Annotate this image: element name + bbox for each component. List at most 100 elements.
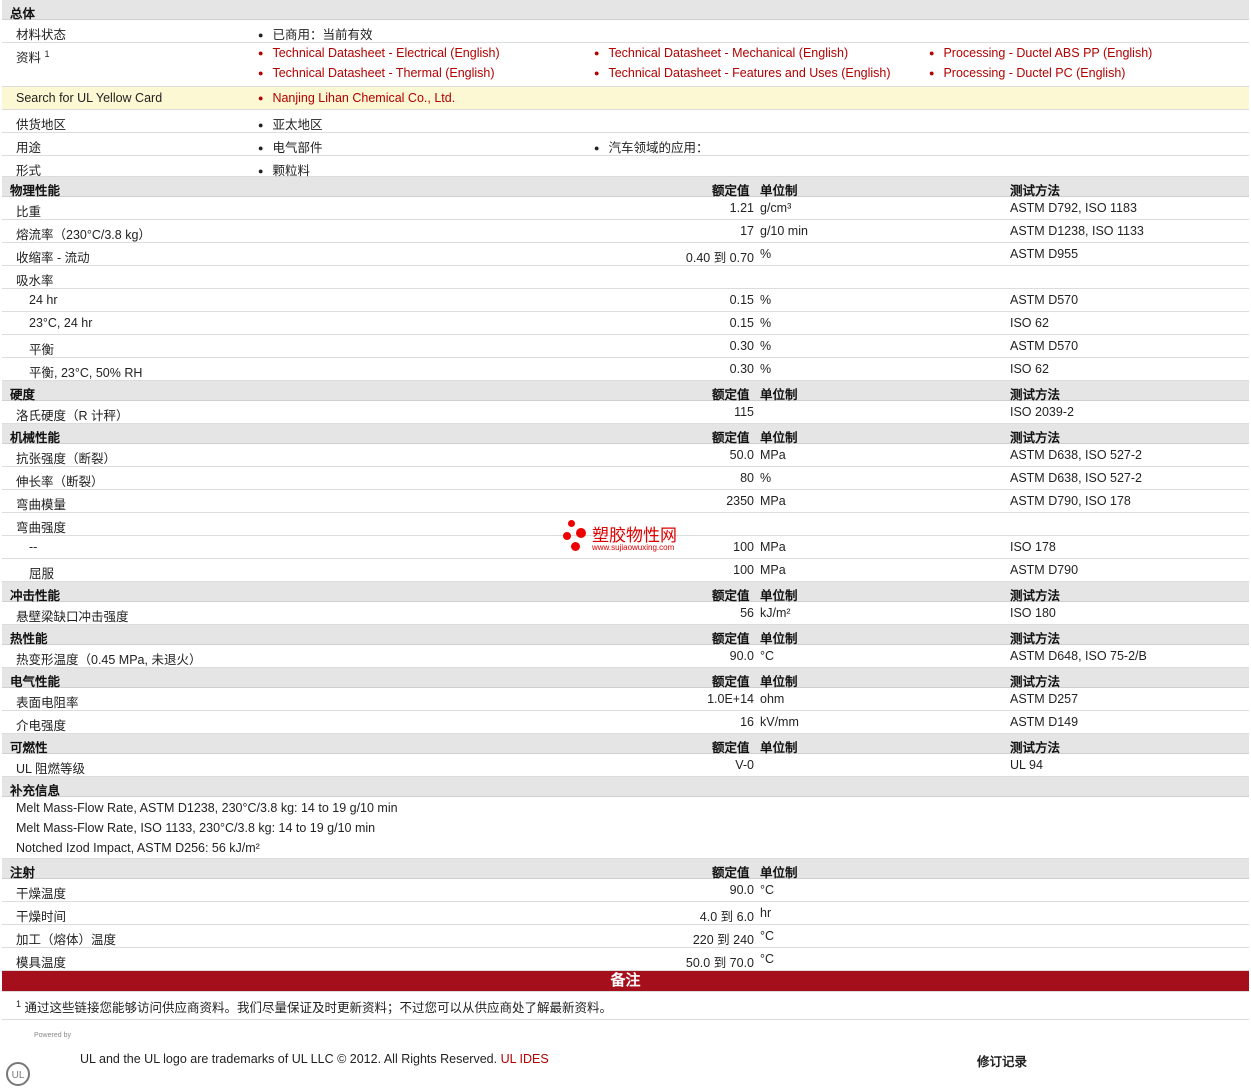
- property-row: 比重 1.21 g/cm³ ASTM D792, ISO 1183: [2, 197, 1249, 220]
- property-value: 4.0 到 6.0: [699, 910, 754, 924]
- property-unit: MPa: [760, 563, 786, 577]
- property-row: 23°C, 24 hr 0.15% ISO 62: [2, 312, 1249, 335]
- section-header: 硬度 额定值 单位制 测试方法: [2, 381, 1249, 402]
- property-method: ISO 180: [1010, 606, 1056, 620]
- injection-row: 干燥温度 90.0 °C: [2, 879, 1249, 902]
- property-value: 80: [740, 471, 754, 485]
- property-label: 24 hr: [29, 293, 58, 307]
- doc-link-mechanical[interactable]: Technical Datasheet - Mechanical (Englis…: [594, 46, 848, 60]
- property-row: 热变形温度（0.45 MPa, 未退火） 90.0 °C ASTM D648, ISO…: [2, 645, 1249, 668]
- property-unit: ohm: [760, 692, 785, 706]
- property-label: 伸长率（断裂）: [16, 475, 104, 489]
- row-documents: 资料 1 Technical Datasheet - Electrical (E…: [2, 43, 1249, 87]
- property-unit: °C: [760, 929, 775, 943]
- property-label: 热变形温度（0.45 MPa, 未退火）: [16, 653, 202, 667]
- property-method: ASTM D792, ISO 1183: [1010, 201, 1137, 215]
- property-unit: %: [760, 339, 772, 353]
- property-method: ASTM D570: [1010, 339, 1079, 353]
- property-label: 弯曲强度: [16, 521, 67, 535]
- property-unit: %: [760, 247, 772, 261]
- property-value: 50.0 到 70.0: [685, 956, 754, 970]
- property-value: 50.0: [729, 448, 754, 462]
- property-value: 0.40 到 0.70: [685, 251, 754, 265]
- watermark-dot-icon: [571, 542, 580, 551]
- revision-history-link[interactable]: 修订记录: [977, 1051, 1027, 1070]
- injection-row: 加工（熔体）温度 220 到 240 °C: [2, 925, 1249, 948]
- property-row: 平衡 0.30% ASTM D570: [2, 335, 1249, 358]
- powered-by: Powered by: [34, 1032, 71, 1039]
- watermark-dot-icon: [568, 520, 575, 527]
- property-unit: %: [760, 471, 772, 485]
- row-material-status: 材料状态 已商用：当前有效: [2, 20, 1249, 43]
- property-value: 90.0: [729, 883, 754, 897]
- doc-link-electrical[interactable]: Technical Datasheet - Electrical (Englis…: [258, 46, 499, 60]
- property-label: --: [29, 540, 38, 554]
- property-unit: hr: [760, 906, 772, 920]
- row-use: 用途 电气部件 汽车领域的应用：: [2, 133, 1249, 156]
- property-method: ASTM D638, ISO 527-2: [1010, 471, 1143, 485]
- property-unit: g/10 min: [760, 224, 808, 238]
- property-label: 干燥温度: [16, 887, 67, 901]
- section-header: 机械性能 额定值 单位制 测试方法: [2, 424, 1249, 445]
- property-label: 比重: [16, 205, 42, 219]
- doc-link-processing-abs[interactable]: Processing - Ductel ABS PP (English): [929, 46, 1152, 60]
- row-label: 材料状态: [16, 28, 67, 42]
- property-value: 100: [733, 540, 754, 554]
- property-unit: %: [760, 316, 772, 330]
- watermark: 塑胶物性网 www.sujiaowuxing.com: [562, 518, 702, 558]
- property-value: 17: [740, 224, 754, 238]
- property-label: 平衡, 23°C, 50% RH: [29, 366, 143, 380]
- property-row: 平衡, 23°C, 50% RH 0.30% ISO 62: [2, 358, 1249, 381]
- property-label: UL 阻燃等级: [16, 762, 85, 776]
- property-row: 洛氏硬度（R 计秤） 115 ISO 2039-2: [2, 401, 1249, 424]
- property-method: ASTM D790: [1010, 563, 1079, 577]
- property-unit: g/cm³: [760, 201, 792, 215]
- property-label: 屈服: [29, 567, 55, 581]
- property-method: ISO 62: [1010, 362, 1049, 376]
- property-label: 加工（熔体）温度: [16, 933, 117, 947]
- property-value: 220 到 240: [692, 933, 754, 947]
- property-method: ASTM D955: [1010, 247, 1079, 261]
- property-method: ISO 178: [1010, 540, 1056, 554]
- property-unit: °C: [760, 649, 775, 663]
- row-label: 资料 1: [16, 48, 50, 65]
- property-row: 吸水率: [2, 266, 1249, 289]
- property-row: 抗张强度（断裂） 50.0 MPa ASTM D638, ISO 527-2: [2, 444, 1249, 467]
- property-value: 0.15: [729, 293, 754, 307]
- property-value: 0.30: [729, 362, 754, 376]
- row-label: Search for UL Yellow Card: [16, 91, 163, 105]
- row-form: 形式 颗粒料: [2, 156, 1249, 178]
- doc-link-thermal[interactable]: Technical Datasheet - Thermal (English): [258, 66, 494, 80]
- ul-ides-link[interactable]: UL IDES: [501, 1052, 549, 1066]
- status-value: 已商用：当前有效: [258, 24, 372, 43]
- property-method: ASTM D570: [1010, 293, 1079, 307]
- property-value: 1.21: [729, 201, 754, 215]
- doc-link-processing-pc[interactable]: Processing - Ductel PC (English): [929, 66, 1125, 80]
- property-unit: MPa: [760, 448, 786, 462]
- property-label: 抗张强度（断裂）: [16, 452, 117, 466]
- footer: Powered by UL and the UL logo are tradem…: [2, 1020, 1249, 1069]
- yellow-card-link[interactable]: Nanjing Lihan Chemical Co., Ltd.: [258, 91, 455, 105]
- use-value: 汽车领域的应用：: [594, 137, 708, 156]
- property-unit: kV/mm: [760, 715, 799, 729]
- section-header: 可燃性 额定值 单位制 测试方法: [2, 734, 1249, 755]
- row-label: 用途: [16, 141, 42, 155]
- property-value: 115: [734, 405, 754, 419]
- supplement-line: Melt Mass-Flow Rate, ISO 1133, 230°C/3.8…: [16, 821, 376, 835]
- property-unit: °C: [760, 883, 775, 897]
- supplement-line: Notched Izod Impact, ASTM D256: 56 kJ/m²: [16, 841, 260, 855]
- use-value: 电气部件: [258, 137, 322, 156]
- property-label: 吸水率: [16, 274, 54, 288]
- property-sections: 物理性能 额定值 单位制 测试方法 比重 1.21 g/cm³ ASTM D792, ISO …: [2, 177, 1249, 777]
- property-value: V-0: [735, 758, 754, 772]
- property-label: 表面电阻率: [16, 696, 79, 710]
- property-unit: %: [760, 362, 772, 376]
- row-region: 供货地区 亚太地区: [2, 110, 1249, 133]
- notes-bar: 备注: [2, 971, 1249, 992]
- watermark-dot-icon: [576, 528, 586, 538]
- row-ul-yellow-card: Search for UL Yellow Card Nanjing Lihan …: [2, 87, 1249, 110]
- property-value: 0.30: [729, 339, 754, 353]
- property-method: ASTM D149: [1010, 715, 1079, 729]
- doc-link-features[interactable]: Technical Datasheet - Features and Uses …: [594, 66, 890, 80]
- property-label: 介电强度: [16, 719, 67, 733]
